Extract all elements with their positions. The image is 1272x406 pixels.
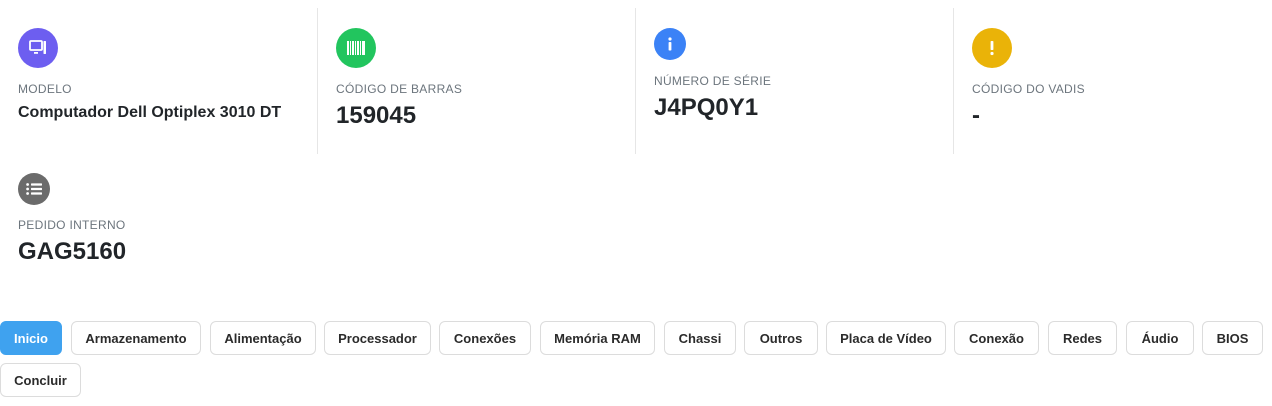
computer-icon <box>18 28 58 68</box>
stat-numero-serie-value: J4PQ0Y1 <box>654 94 759 121</box>
device-details-page: MODELO Computador Dell Optiplex 3010 DT … <box>0 0 1272 406</box>
tab-outros[interactable]: Outros <box>744 321 818 355</box>
stat-pedido-interno-label: PEDIDO INTERNO <box>18 218 126 232</box>
stat-pedido-interno: PEDIDO INTERNO GAG5160 <box>0 172 319 272</box>
tab-processador[interactable]: Processador <box>324 321 431 355</box>
tab-alimentacao[interactable]: Alimentação <box>210 321 316 355</box>
stat-pedido-interno-value: GAG5160 <box>18 238 127 265</box>
stat-codigo-barras: CÓDIGO DE BARRAS 159045 <box>318 8 636 154</box>
barcode-icon <box>336 28 376 68</box>
tab-bios[interactable]: BIOS <box>1202 321 1263 355</box>
tab-placa-de-video[interactable]: Placa de Vídeo <box>826 321 946 355</box>
stats-row: MODELO Computador Dell Optiplex 3010 DT … <box>0 8 1272 154</box>
stat-codigo-vadis: CÓDIGO DO VADIS - <box>954 8 1272 154</box>
stat-numero-serie: NÚMERO DE SÉRIE J4PQ0Y1 <box>636 8 954 154</box>
stat-codigo-vadis-value: - <box>972 102 980 129</box>
stat-numero-serie-label: NÚMERO DE SÉRIE <box>654 74 772 88</box>
tab-redes[interactable]: Redes <box>1048 321 1117 355</box>
tab-conexoes[interactable]: Conexões <box>439 321 531 355</box>
stat-modelo-value: Computador Dell Optiplex 3010 DT <box>18 104 282 121</box>
tab-conexao[interactable]: Conexão <box>954 321 1039 355</box>
stat-modelo-label: MODELO <box>18 82 72 96</box>
info-icon <box>654 28 686 60</box>
tab-memoria-ram[interactable]: Memória RAM <box>540 321 655 355</box>
tab-audio[interactable]: Áudio <box>1126 321 1194 355</box>
tab-armazenamento[interactable]: Armazenamento <box>71 321 201 355</box>
list-icon <box>18 173 50 205</box>
stat-modelo: MODELO Computador Dell Optiplex 3010 DT <box>0 8 318 154</box>
stat-codigo-barras-value: 159045 <box>336 102 417 129</box>
exclamation-icon <box>972 28 1012 68</box>
tab-inicio[interactable]: Inicio <box>0 321 62 355</box>
stat-codigo-barras-label: CÓDIGO DE BARRAS <box>336 82 463 96</box>
tab-chassi[interactable]: Chassi <box>664 321 736 355</box>
tab-concluir[interactable]: Concluir <box>0 363 81 397</box>
stat-codigo-vadis-label: CÓDIGO DO VADIS <box>972 82 1085 96</box>
